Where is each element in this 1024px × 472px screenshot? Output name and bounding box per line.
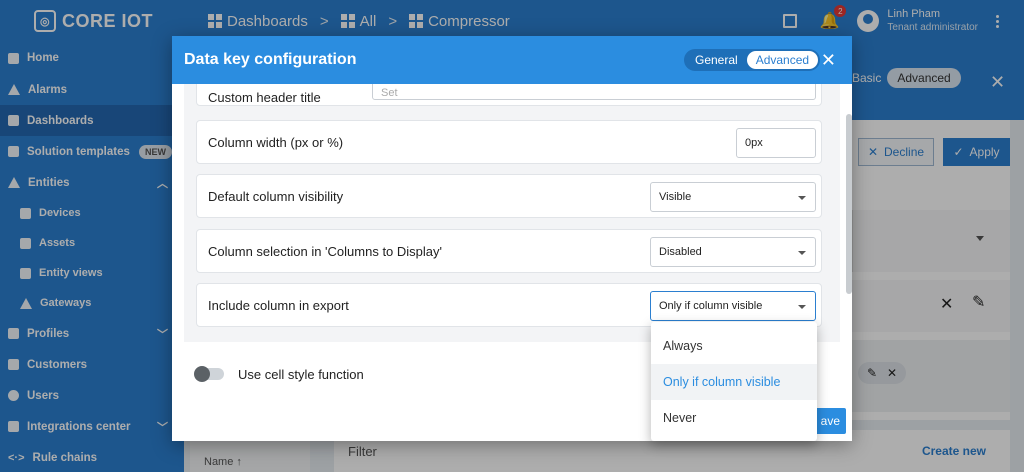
settings-section: Custom header title Set Column width (px… xyxy=(184,84,840,342)
include-in-export-row: Include column in export Only if column … xyxy=(196,283,822,327)
include-in-export-label: Include column in export xyxy=(208,297,349,313)
option-never[interactable]: Never xyxy=(651,400,817,436)
close-icon[interactable]: ✕ xyxy=(821,50,836,71)
dialog-scrollbar[interactable] xyxy=(846,114,852,294)
column-width-row: Column width (px or %) 0px xyxy=(196,120,822,164)
column-selection-label: Column selection in 'Columns to Display' xyxy=(208,243,443,259)
custom-header-title-label: Custom header title xyxy=(208,89,321,105)
mode-advanced[interactable]: Advanced xyxy=(746,51,819,69)
column-selection-row: Column selection in 'Columns to Display'… xyxy=(196,229,822,273)
dialog-mode-toggle[interactable]: General Advanced xyxy=(684,49,821,71)
custom-header-title-row: Custom header title Set xyxy=(196,84,822,106)
mode-general[interactable]: General xyxy=(686,51,747,69)
cell-style-function-label: Use cell style function xyxy=(238,366,364,382)
option-only-if-visible[interactable]: Only if column visible xyxy=(651,364,817,400)
column-width-input[interactable]: 0px xyxy=(736,128,816,158)
default-visibility-row: Default column visibility Visible xyxy=(196,174,822,218)
export-options-dropdown: Always Only if column visible Never xyxy=(651,322,817,441)
custom-header-title-input[interactable]: Set xyxy=(372,84,816,100)
column-width-label: Column width (px or %) xyxy=(208,134,344,150)
dialog-header: Data key configuration General Advanced … xyxy=(172,36,852,84)
default-visibility-label: Default column visibility xyxy=(208,188,344,204)
include-in-export-select[interactable]: Only if column visible xyxy=(650,291,816,321)
column-selection-select[interactable]: Disabled xyxy=(650,237,816,267)
option-always[interactable]: Always xyxy=(651,328,817,364)
default-visibility-select[interactable]: Visible xyxy=(650,182,816,212)
cell-style-function-toggle[interactable] xyxy=(194,366,224,382)
input-placeholder: Set xyxy=(381,87,398,99)
dialog-title: Data key configuration xyxy=(184,51,357,68)
